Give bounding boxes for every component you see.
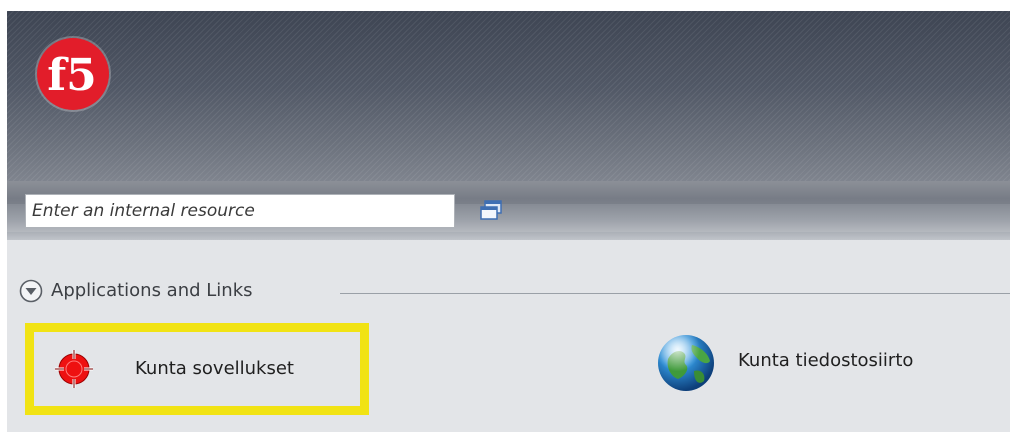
- f5-logo: f5: [37, 38, 109, 110]
- app-link-kunta-tiedostosiirto[interactable]: Kunta tiedostosiirto: [654, 331, 984, 407]
- section-title: Applications and Links: [51, 280, 253, 301]
- target-icon: [54, 349, 94, 389]
- globe-icon: [654, 331, 718, 395]
- header-banner: f5: [7, 11, 1010, 181]
- svg-text:f5: f5: [47, 50, 97, 101]
- app-link-kunta-sovellukset[interactable]: Kunta sovellukset: [25, 323, 369, 415]
- section-divider: [340, 293, 1010, 294]
- app-link-label: Kunta sovellukset: [135, 358, 294, 379]
- app-link-label: Kunta tiedostosiirto: [738, 350, 914, 371]
- windows-icon[interactable]: [479, 198, 505, 224]
- section-header: Applications and Links: [7, 279, 1010, 305]
- chevron-down-circle-icon[interactable]: [19, 279, 43, 303]
- webtop-frame: f5 Applications and Links: [7, 11, 1010, 432]
- resource-input[interactable]: [25, 194, 455, 228]
